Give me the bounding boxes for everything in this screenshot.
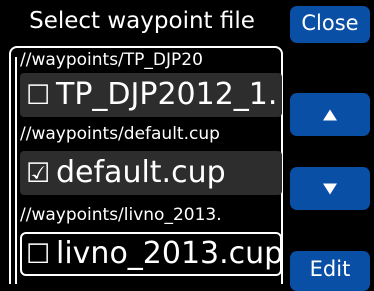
triangle-down-icon [323, 183, 337, 194]
triangle-up-icon [323, 109, 337, 120]
file-name: default.cup [56, 155, 226, 190]
checkbox-icon[interactable]: ☐ [26, 235, 56, 274]
file-item-1[interactable]: ☐ TP_DJP2012_1. [20, 73, 282, 117]
file-item-2[interactable]: ☑ default.cup [20, 151, 282, 195]
file-name: TP_DJP2012_1. [56, 77, 278, 112]
file-path-3: //waypoints/livno_2013. [20, 205, 222, 225]
checkbox-checked-icon[interactable]: ☑ [26, 152, 56, 195]
file-path-2: //waypoints/default.cup [20, 124, 220, 144]
checkbox-icon[interactable]: ☐ [26, 74, 56, 117]
dialog-title: Select waypoint file [29, 8, 255, 34]
close-button[interactable]: Close [290, 6, 370, 43]
edit-button[interactable]: Edit [290, 251, 370, 291]
file-name: livno_2013.cup [56, 236, 282, 271]
scroll-down-button[interactable] [290, 167, 370, 210]
file-path-1: //waypoints/TP_DJP20 [20, 50, 203, 70]
scrollbar[interactable] [15, 57, 17, 284]
scroll-up-button[interactable] [290, 93, 370, 136]
file-item-3[interactable]: ☐ livno_2013.cup [20, 232, 282, 276]
